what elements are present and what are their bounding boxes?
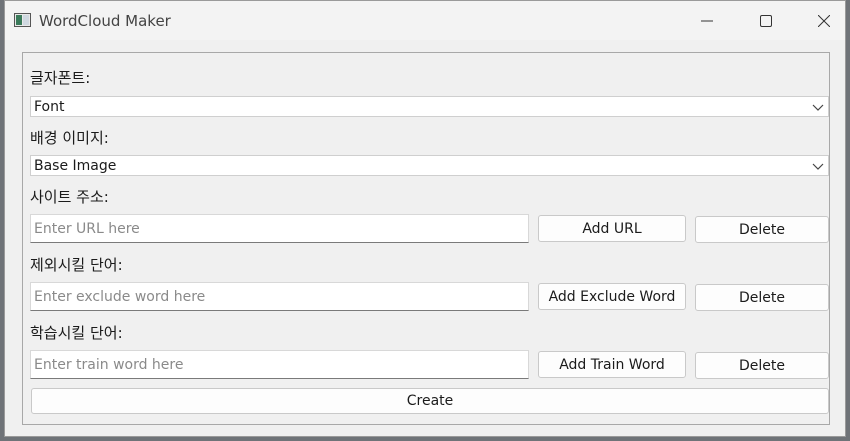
minimize-button[interactable] [678,1,736,40]
maximize-button[interactable] [737,1,795,40]
add-exclude-word-button[interactable]: Add Exclude Word [538,283,686,310]
background-image-select[interactable]: Base Image [30,155,829,176]
minimize-icon [701,20,713,21]
create-button[interactable]: Create [31,388,829,414]
delete-train-word-button[interactable]: Delete [695,352,829,379]
site-url-label: 사이트 주소: [30,188,109,206]
train-word-input[interactable] [30,350,529,379]
exclude-word-input[interactable] [30,282,529,311]
font-select[interactable]: Font [30,96,829,117]
font-label: 글자폰트: [30,69,91,87]
font-select-value: Font [34,99,65,115]
background-image-label: 배경 이미지: [30,129,109,147]
maximize-icon [760,14,772,27]
chevron-down-icon [812,163,824,170]
delete-url-button[interactable]: Delete [695,216,829,243]
add-train-word-button[interactable]: Add Train Word [538,351,686,378]
close-button[interactable] [795,1,850,40]
app-window: WordCloud Maker 글자폰트: Font 배경 이미지: Base [4,0,846,437]
background-image-select-value: Base Image [34,158,117,174]
add-url-button[interactable]: Add URL [538,215,686,242]
exclude-word-label: 제외시킬 단어: [30,256,123,274]
close-icon [818,14,830,27]
window-title: WordCloud Maker [39,12,171,30]
chevron-down-icon [812,104,824,111]
title-bar[interactable]: WordCloud Maker [5,1,845,40]
train-word-label: 학습시킬 단어: [30,324,123,342]
url-input[interactable] [30,214,529,243]
app-icon [14,13,31,27]
delete-exclude-word-button[interactable]: Delete [695,284,829,311]
